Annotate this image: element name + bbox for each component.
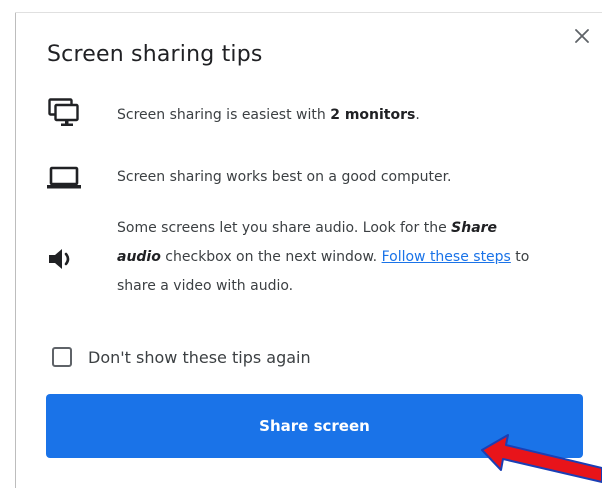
follow-these-steps-link[interactable]: Follow these steps: [382, 249, 511, 265]
dont-show-tips-checkbox[interactable]: [52, 347, 72, 367]
dialog-frame-edge: [15, 12, 16, 488]
close-icon: [575, 29, 589, 43]
monitors-icon: [44, 98, 84, 128]
speaker-icon: [44, 247, 84, 271]
tip-computer-text: Screen sharing works best on a good comp…: [117, 169, 452, 185]
tip-monitors-text: Screen sharing is easiest with 2 monitor…: [117, 107, 420, 123]
red-arrow-icon: [481, 434, 602, 483]
tip-audio-text: Some screens let you share audio. Look f…: [117, 220, 530, 294]
dialog-frame-edge: [15, 12, 602, 13]
dont-show-tips-label[interactable]: Don't show these tips again: [88, 348, 311, 367]
screen-sharing-tips-dialog: Screen sharing tips Screen sharing is ea…: [0, 0, 602, 488]
dont-show-tips-checkbox-row[interactable]: Don't show these tips again: [52, 344, 311, 370]
laptop-icon: [44, 166, 84, 190]
dialog-title: Screen sharing tips: [47, 42, 263, 67]
close-button[interactable]: [570, 24, 594, 48]
